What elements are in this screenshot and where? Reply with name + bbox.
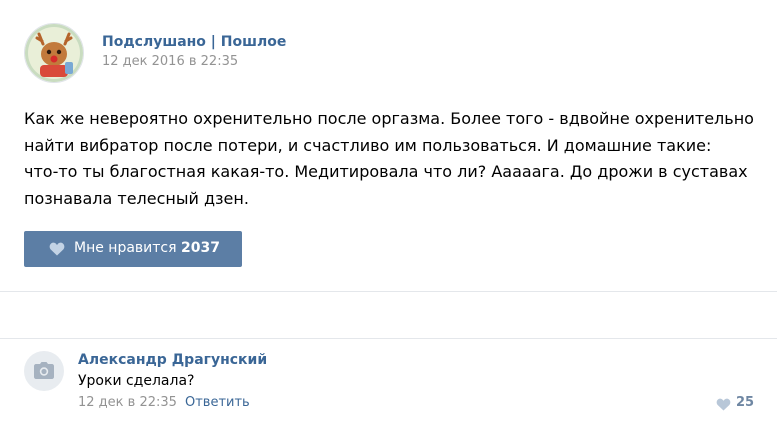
section-gap [0, 292, 777, 338]
like-label: Мне нравится [74, 240, 177, 256]
like-count: 2037 [181, 240, 220, 256]
post-text-line: что-то ты благостная какая-то. Медитиров… [24, 162, 748, 181]
like-button[interactable]: Мне нравится 2037 [24, 231, 242, 267]
post-text-line: познавала телесный дзен. [24, 188, 249, 208]
comment: Александр Драгунский Уроки сделала? 12 д… [0, 339, 777, 427]
comment-date[interactable]: 12 дек в 22:35 [78, 395, 177, 410]
reindeer-avatar-icon [25, 24, 83, 82]
comment-author-link[interactable]: Александр Драгунский [78, 352, 267, 368]
post-text-line: найти вибратор после потери, и счастливо… [24, 135, 712, 155]
reply-link[interactable]: Ответить [185, 395, 250, 410]
comment-avatar[interactable] [24, 351, 64, 391]
post-text-line: Как же невероятно охренительно после орг… [24, 109, 754, 128]
post-text: Как же невероятно охренительно после орг… [24, 106, 764, 212]
heart-icon [49, 242, 65, 256]
group-name-link[interactable]: Подслушано | Пошлое [102, 34, 286, 50]
comment-like-count: 25 [736, 395, 755, 410]
comment-like-button[interactable]: 25 [716, 395, 756, 413]
camera-icon [34, 362, 54, 379]
heart-icon [716, 398, 731, 411]
post-card: Подслушано | Пошлое 12 дек 2016 в 22:35 … [0, 0, 777, 291]
comment-text: Уроки сделала? [78, 373, 195, 389]
group-avatar[interactable] [24, 23, 84, 83]
post-date[interactable]: 12 дек 2016 в 22:35 [102, 54, 238, 69]
